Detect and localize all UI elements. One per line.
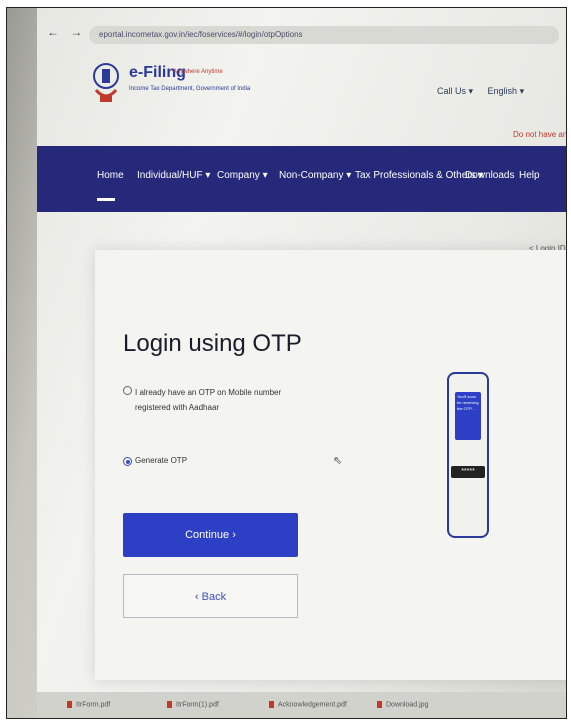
download-item[interactable]: ItrForm.pdf xyxy=(67,701,110,708)
photo-frame: ← → C eportal.incometax.gov.in/iec/foser… xyxy=(6,7,567,719)
main-nav: Home Individual/HUF ▾ Company ▾ Non-Comp… xyxy=(37,146,566,212)
download-item[interactable]: ItrForm(1).pdf xyxy=(167,701,219,708)
option-existing-otp-label: I already have an OTP on Mobile number r… xyxy=(135,388,282,412)
download-item[interactable]: Download.jpg xyxy=(377,701,428,708)
nav-company[interactable]: Company ▾ xyxy=(217,170,268,181)
phone-message: You'll soon be receiving the OTP... xyxy=(455,392,481,440)
nav-help[interactable]: Help xyxy=(519,170,540,181)
download-item[interactable]: Acknowledgement.pdf xyxy=(269,701,347,708)
logo-tagline: Anywhere Anytime xyxy=(173,69,223,75)
downloads-bar: ItrForm.pdf ItrForm(1).pdf Acknowledgeme… xyxy=(37,692,566,718)
back-button[interactable]: ‹ Back xyxy=(123,574,298,618)
nav-downloads[interactable]: Downloads xyxy=(465,170,514,181)
option-generate-otp-label: Generate OTP xyxy=(135,456,188,465)
browser-toolbar: ← → C eportal.incometax.gov.in/iec/foser… xyxy=(37,22,566,48)
browser-window: ← → C eportal.incometax.gov.in/iec/foser… xyxy=(37,8,566,718)
language-menu[interactable]: English ▾ xyxy=(488,86,525,96)
radio-generate-otp[interactable] xyxy=(123,457,132,466)
nav-individual-huf[interactable]: Individual/HUF ▾ xyxy=(137,170,210,181)
nav-home[interactable]: Home xyxy=(97,170,124,201)
emblem-icon xyxy=(93,63,119,102)
logo-subtitle: Income Tax Department, Government of Ind… xyxy=(129,86,251,92)
page-title: Login using OTP xyxy=(123,330,302,357)
phone-illustration: You'll soon be receiving the OTP... ****… xyxy=(447,372,489,538)
account-notice: Do not have an a xyxy=(513,130,567,139)
mouse-cursor-icon: ⇖ xyxy=(333,455,343,467)
top-links: Call Us ▾ English ▾ xyxy=(437,86,536,97)
call-us-menu[interactable]: Call Us ▾ xyxy=(437,86,473,96)
site-header: e-Filing Anywhere Anytime Income Tax Dep… xyxy=(37,50,566,145)
phone-otp-mask: ***** xyxy=(451,466,485,478)
address-bar[interactable]: eportal.incometax.gov.in/iec/foservices/… xyxy=(89,26,559,44)
continue-button[interactable]: Continue › xyxy=(123,513,298,557)
radio-existing-otp[interactable] xyxy=(123,386,132,395)
nav-non-company[interactable]: Non-Company ▾ xyxy=(279,170,351,181)
